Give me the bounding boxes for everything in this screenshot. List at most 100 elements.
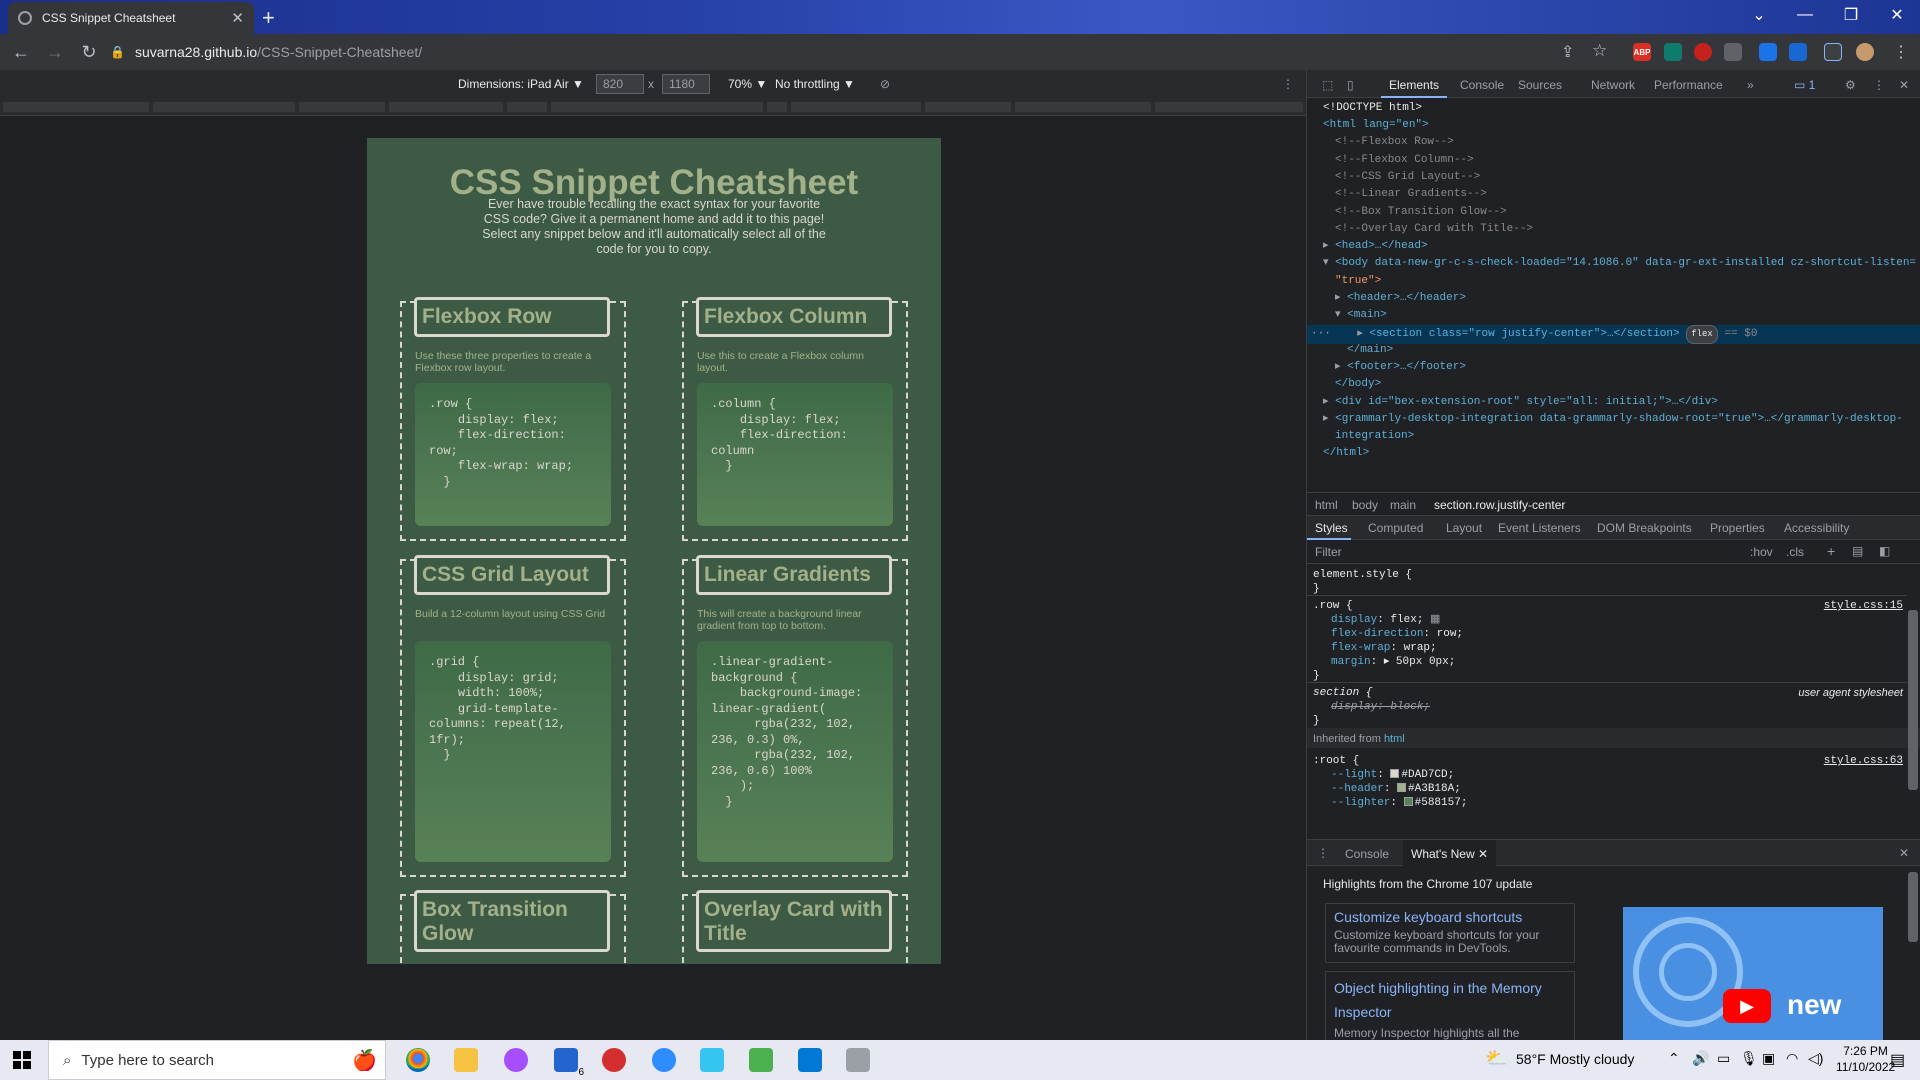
zoom-select[interactable]: 70% ▼ — [728, 77, 767, 91]
tab-elements[interactable]: Elements — [1389, 78, 1439, 92]
tab-console[interactable]: Console — [1460, 78, 1504, 92]
hover-state-toggle[interactable]: :hov — [1750, 545, 1773, 559]
toggle-sidebar-icon[interactable]: ◧ — [1879, 544, 1890, 558]
css-variable[interactable]: --light: #DAD7CD; — [1331, 768, 1454, 782]
color-swatch[interactable] — [1397, 783, 1407, 792]
expand-arrow-icon[interactable]: ▸ — [1357, 328, 1369, 340]
forward-arrow-icon[interactable]: → — [42, 42, 68, 63]
zoom-icon[interactable] — [652, 1048, 676, 1072]
css-declaration[interactable]: margin: ▸ 50px 0px; — [1331, 655, 1455, 669]
device-toggle-icon[interactable]: ▯ — [1347, 78, 1354, 92]
drawer-tab-whats-new[interactable]: What's New ✕ — [1403, 840, 1497, 866]
styles-filter-input[interactable]: Filter — [1315, 545, 1342, 559]
element-style-selector[interactable]: element.style { — [1313, 568, 1412, 582]
play-icon[interactable]: ▶ — [1723, 989, 1771, 1023]
app-taskbar-icon[interactable] — [846, 1048, 870, 1072]
tab-sources[interactable]: Sources — [1518, 78, 1562, 92]
media-query-bar[interactable] — [0, 98, 1306, 116]
adblock-extension-icon[interactable]: ABP — [1633, 43, 1651, 61]
slack-icon[interactable] — [700, 1048, 724, 1072]
root-source-link[interactable]: style.css:63 — [1824, 754, 1903, 768]
snippet-card[interactable]: Flexbox Row Use these three properties t… — [400, 297, 626, 541]
root-selector[interactable]: :root { — [1313, 754, 1359, 768]
extensions-puzzle-icon[interactable] — [1824, 43, 1842, 61]
kebab-menu-icon[interactable]: ⋮ — [1893, 42, 1909, 62]
dom-node[interactable]: ▸ <grammarly-desktop-integration data-gr… — [1307, 411, 1920, 428]
dom-node[interactable]: </body> — [1307, 376, 1920, 393]
snippet-card[interactable]: Linear Gradients This will create a back… — [682, 555, 908, 877]
tab-performance[interactable]: Performance — [1654, 78, 1723, 92]
drawer-scrollbar[interactable] — [1908, 872, 1918, 942]
clock[interactable]: 7:26 PM 11/10/2022 — [1836, 1043, 1895, 1075]
css-declaration[interactable]: flex-direction: row; — [1331, 627, 1463, 641]
issues-badge[interactable]: ▭ 1 — [1794, 78, 1815, 92]
snippet-card[interactable]: Overlay Card with Title — [682, 890, 908, 964]
lock-icon[interactable]: 🔒 — [110, 45, 125, 59]
share-icon[interactable]: ⇪ — [1561, 42, 1574, 62]
breadcrumb-section[interactable]: section.row.justify-center — [1434, 498, 1565, 512]
wifi-icon[interactable]: ◠ — [1786, 1050, 1798, 1067]
close-window-button[interactable]: ✕ — [1874, 0, 1920, 30]
back-arrow-icon[interactable]: ← — [8, 42, 34, 63]
dom-node[interactable]: ▸ <footer>…</footer> — [1307, 359, 1920, 376]
whats-new-item[interactable]: Object highlighting in the Memory Inspec… — [1325, 971, 1575, 1041]
camera-icon[interactable]: ▣ — [1762, 1050, 1775, 1067]
row-source-link[interactable]: style.css:15 — [1824, 599, 1903, 613]
tab-layout[interactable]: Layout — [1446, 521, 1482, 535]
speaker-icon[interactable]: 🔊 — [1692, 1050, 1709, 1067]
overridden-declaration[interactable]: display: block; — [1331, 700, 1430, 714]
address-bar[interactable]: 🔒 suvarna28.github.io /CSS-Snippet-Cheat… — [110, 39, 1570, 65]
extension-icon[interactable] — [1759, 43, 1777, 61]
tab-event-listeners[interactable]: Event Listeners — [1498, 521, 1581, 535]
pen-extension-icon[interactable] — [1724, 43, 1742, 61]
settings-gear-icon[interactable]: ⚙ — [1845, 78, 1856, 92]
drawer-menu-icon[interactable]: ⋮ — [1317, 846, 1329, 860]
section-selector[interactable]: section { — [1313, 686, 1372, 700]
collapse-arrow-icon[interactable]: ▾ — [1323, 257, 1335, 269]
dom-comment[interactable]: <!--Overlay Card with Title--> — [1307, 221, 1920, 238]
expand-arrow-icon[interactable]: ▸ — [1335, 292, 1347, 304]
profile-avatar[interactable] — [1856, 43, 1874, 61]
reload-icon[interactable]: ↻ — [76, 42, 102, 63]
onedrive-icon[interactable]: ▭ — [1717, 1050, 1730, 1067]
bookmark-star-icon[interactable]: ☆ — [1592, 41, 1607, 61]
css-variable[interactable]: --lighter: #588157; — [1331, 796, 1467, 810]
teams-icon[interactable]: 6 — [554, 1048, 584, 1078]
device-more-icon[interactable]: ⋮ — [1282, 77, 1294, 91]
file-explorer-icon[interactable] — [454, 1048, 478, 1072]
new-tab-button[interactable]: + — [262, 5, 275, 31]
windows-start-icon[interactable] — [13, 1051, 31, 1069]
expand-arrow-icon[interactable]: ▸ — [1323, 240, 1335, 252]
close-devtools-icon[interactable]: ✕ — [1899, 78, 1909, 92]
snippet-card[interactable]: CSS Grid Layout Build a 12-column layout… — [400, 555, 626, 877]
device-dimensions-select[interactable]: Dimensions: iPad Air ▼ — [458, 77, 584, 91]
dom-node[interactable]: ▸ <div id="bex-extension-root" style="al… — [1307, 394, 1920, 411]
expand-arrow-icon[interactable]: ▸ — [1323, 396, 1335, 408]
show-hidden-icons[interactable]: ⌃ — [1668, 1050, 1680, 1067]
messenger-icon[interactable] — [504, 1048, 528, 1072]
close-tab-icon[interactable]: ✕ — [231, 9, 244, 27]
app-taskbar-icon[interactable] — [602, 1048, 626, 1072]
paint-brush-icon[interactable]: ▤ — [1852, 544, 1863, 558]
rotate-icon[interactable]: ⊘ — [880, 77, 890, 91]
dom-node[interactable]: </main> — [1307, 342, 1920, 359]
breadcrumb-main[interactable]: main — [1390, 498, 1416, 512]
inspect-element-icon[interactable]: ⬚ — [1322, 78, 1333, 92]
minimize-button[interactable]: — — [1782, 0, 1828, 30]
dom-node[interactable]: ▸ <header>…</header> — [1307, 290, 1920, 307]
weather-text[interactable]: 58°F Mostly cloudy — [1516, 1051, 1634, 1067]
screencast-extension-icon[interactable] — [1694, 43, 1712, 61]
dom-node[interactable]: ▾ <main> — [1307, 307, 1920, 324]
close-drawer-icon[interactable]: ✕ — [1899, 846, 1909, 860]
weather-icon[interactable]: ⛅ — [1485, 1048, 1507, 1069]
vscode-icon[interactable] — [798, 1048, 822, 1072]
tab-search-icon[interactable]: ⌄ — [1736, 0, 1782, 30]
color-swatch[interactable] — [1390, 769, 1400, 778]
breadcrumb-html[interactable]: html — [1315, 498, 1338, 512]
tab-network[interactable]: Network — [1591, 78, 1635, 92]
code-snippet[interactable]: .linear-gradient- background { backgroun… — [697, 641, 893, 862]
inherited-element-link[interactable]: html — [1384, 733, 1405, 745]
flexbox-editor-icon[interactable]: ▦ — [1430, 614, 1440, 626]
throttling-select[interactable]: No throttling ▼ — [775, 77, 855, 91]
whats-new-video-thumbnail[interactable]: ▶ new — [1623, 907, 1883, 1041]
